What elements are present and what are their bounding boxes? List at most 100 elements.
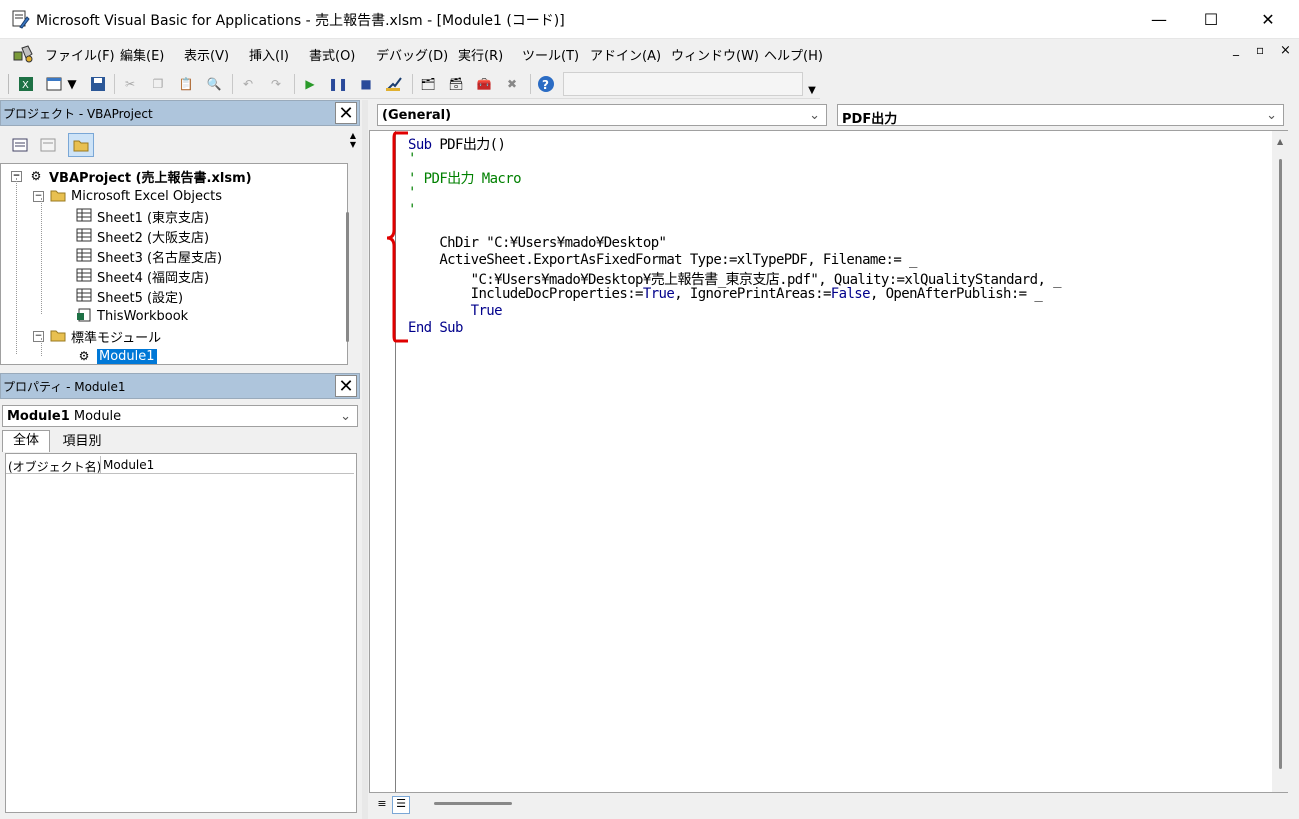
tree-item-excel-objects[interactable]: − Microsoft Excel Objects bbox=[33, 186, 222, 206]
tree-item-sheet3[interactable]: Sheet3 (名古屋支店) bbox=[75, 246, 222, 266]
property-row[interactable]: (オブジェクト名) Module1 bbox=[6, 456, 354, 474]
properties-object-select[interactable]: Module1 Module ⌄ bbox=[2, 405, 358, 427]
toolbox-icon[interactable]: ✖ bbox=[502, 74, 522, 94]
properties-pane-close-button[interactable]: ✕ bbox=[335, 375, 357, 397]
copy-icon[interactable]: ❐ bbox=[148, 74, 168, 94]
view-object-icon[interactable] bbox=[38, 135, 58, 155]
paste-icon[interactable]: 📋 bbox=[176, 74, 196, 94]
chevron-down-icon: ⌄ bbox=[1266, 108, 1277, 123]
tree-item-sheet1[interactable]: Sheet1 (東京支店) bbox=[75, 206, 209, 226]
find-icon[interactable]: 🔍 bbox=[204, 74, 224, 94]
reset-icon[interactable]: ■ bbox=[356, 74, 376, 94]
code-line[interactable]: End Sub bbox=[408, 320, 463, 336]
menu-file[interactable]: ファイル(F) bbox=[45, 45, 115, 64]
minimize-button[interactable]: — bbox=[1131, 0, 1187, 38]
collapse-toggle-icon[interactable]: − bbox=[33, 330, 44, 342]
menu-addins[interactable]: アドイン(A) bbox=[590, 45, 661, 64]
code-editor[interactable]: Sub PDF出力() ' ' PDF出力 Macro ' ' ChDir "C… bbox=[369, 130, 1288, 793]
project-pane-toolbar: ▲ ▼ bbox=[0, 127, 360, 162]
menu-window[interactable]: ウィンドウ(W) bbox=[671, 45, 759, 64]
menu-insert[interactable]: 挿入(I) bbox=[249, 45, 289, 64]
properties-grid: (オブジェクト名) Module1 bbox=[5, 453, 357, 813]
tree-item-vbaproject[interactable]: − ⚙ VBAProject (売上報告書.xlsm) bbox=[11, 166, 252, 186]
worksheet-icon bbox=[75, 248, 93, 264]
module-icon: ⚙ bbox=[78, 349, 90, 363]
vba-app-icon[interactable] bbox=[10, 9, 30, 29]
toolbar-options-icon[interactable]: ▼ bbox=[805, 72, 819, 96]
close-window-button[interactable]: ✕ bbox=[1240, 0, 1296, 38]
tree-item-module1[interactable]: ⚙ Module1 bbox=[75, 346, 157, 366]
pane-splitter[interactable] bbox=[362, 100, 368, 819]
tree-item-standard-modules[interactable]: − 標準モジュール bbox=[33, 326, 161, 346]
vba-project-icon[interactable] bbox=[12, 44, 36, 64]
procedure-view-icon[interactable]: ≡ bbox=[374, 797, 390, 813]
tree-item-sheet4[interactable]: Sheet4 (福岡支店) bbox=[75, 266, 209, 286]
undo-icon[interactable]: ↶ bbox=[238, 74, 258, 94]
tab-alphabetic[interactable]: 全体 bbox=[2, 430, 50, 452]
project-explorer-icon[interactable]: 🗂 bbox=[418, 74, 438, 94]
code-vertical-scrollbar[interactable]: ▲ bbox=[1272, 131, 1288, 792]
window-title: Microsoft Visual Basic for Applications … bbox=[36, 13, 565, 29]
code-line[interactable]: Sub PDF出力() bbox=[408, 134, 506, 154]
worksheet-icon bbox=[75, 208, 93, 224]
tree-scrollbar-thumb[interactable] bbox=[346, 212, 349, 342]
vba-project-icon: ⚙ bbox=[30, 169, 42, 183]
project-pane-header: プロジェクト - VBAProject ✕ bbox=[0, 100, 360, 126]
toggle-folders-icon[interactable] bbox=[68, 133, 94, 157]
svg-text:?: ? bbox=[542, 78, 549, 92]
object-browser-icon[interactable]: 🧰 bbox=[474, 74, 494, 94]
worksheet-icon bbox=[75, 268, 93, 284]
menu-edit[interactable]: 編集(E) bbox=[120, 45, 164, 64]
child-minimize-button[interactable]: _ bbox=[1233, 42, 1239, 56]
workbook-icon bbox=[75, 308, 93, 324]
insert-dropdown-arrow-icon[interactable]: ▼ bbox=[66, 74, 78, 94]
maximize-button[interactable]: ☐ bbox=[1183, 0, 1239, 38]
toolbar-grip[interactable] bbox=[8, 74, 9, 94]
worksheet-icon bbox=[75, 228, 93, 244]
property-value[interactable]: Module1 bbox=[103, 458, 154, 472]
menu-debug[interactable]: デバッグ(D) bbox=[376, 45, 448, 64]
procedure-dropdown[interactable]: PDF出力 ⌄ bbox=[837, 104, 1284, 127]
project-toolbar-options-icon[interactable]: ▲ ▼ bbox=[347, 131, 359, 159]
view-code-icon[interactable] bbox=[10, 135, 30, 155]
full-module-view-icon[interactable]: ☰ bbox=[392, 796, 410, 814]
menu-run[interactable]: 実行(R) bbox=[458, 45, 503, 64]
properties-window-icon[interactable]: 🗃 bbox=[446, 74, 466, 94]
save-icon[interactable] bbox=[88, 74, 108, 94]
highlight-bracket bbox=[386, 131, 408, 343]
menu-format[interactable]: 書式(O) bbox=[309, 45, 355, 64]
object-name: Module1 bbox=[7, 409, 70, 424]
code-line[interactable]: True bbox=[408, 303, 503, 319]
svg-text:X: X bbox=[22, 80, 29, 91]
properties-pane-header: プロパティ - Module1 ✕ bbox=[0, 373, 360, 399]
child-close-button[interactable]: × bbox=[1280, 43, 1291, 58]
vertical-scrollbar-thumb[interactable] bbox=[1279, 159, 1282, 769]
scroll-up-icon[interactable]: ▲ bbox=[1277, 137, 1283, 146]
child-restore-button[interactable]: ▫ bbox=[1256, 43, 1264, 57]
menu-help[interactable]: ヘルプ(H) bbox=[764, 45, 823, 64]
design-mode-icon[interactable] bbox=[384, 74, 404, 94]
tree-item-sheet5[interactable]: Sheet5 (設定) bbox=[75, 286, 183, 306]
object-dropdown[interactable]: (General) ⌄ bbox=[377, 104, 827, 126]
menu-view[interactable]: 表示(V) bbox=[184, 45, 229, 64]
code-line[interactable]: ' PDF出力 Macro bbox=[408, 168, 522, 188]
insert-userform-icon[interactable] bbox=[44, 74, 64, 94]
chevron-down-icon: ⌄ bbox=[340, 409, 351, 424]
code-line[interactable]: ChDir "C:¥Users¥mado¥Desktop" bbox=[408, 235, 667, 251]
view-excel-icon[interactable]: X bbox=[16, 74, 36, 94]
redo-icon[interactable]: ↷ bbox=[266, 74, 286, 94]
run-icon[interactable]: ▶ bbox=[300, 74, 320, 94]
collapse-toggle-icon[interactable]: − bbox=[33, 190, 44, 202]
menu-tools[interactable]: ツール(T) bbox=[522, 45, 579, 64]
help-icon[interactable]: ? bbox=[536, 74, 556, 94]
tree-item-thisworkbook[interactable]: ThisWorkbook bbox=[75, 306, 188, 326]
cut-icon[interactable]: ✂ bbox=[120, 74, 140, 94]
tree-item-sheet2[interactable]: Sheet2 (大阪支店) bbox=[75, 226, 209, 246]
horizontal-scrollbar-thumb[interactable] bbox=[434, 802, 512, 805]
code-line[interactable]: ActiveSheet.ExportAsFixedFormat Type:=xl… bbox=[408, 252, 917, 268]
break-icon[interactable]: ❚❚ bbox=[328, 74, 348, 94]
tab-categorized[interactable]: 項目別 bbox=[52, 432, 112, 452]
project-pane-close-button[interactable]: ✕ bbox=[335, 102, 357, 124]
menu-bar: ファイル(F) 編集(E) 表示(V) 挿入(I) 書式(O) デバッグ(D) … bbox=[0, 39, 1299, 69]
code-line[interactable]: IncludeDocProperties:=True, IgnorePrintA… bbox=[408, 286, 1043, 302]
